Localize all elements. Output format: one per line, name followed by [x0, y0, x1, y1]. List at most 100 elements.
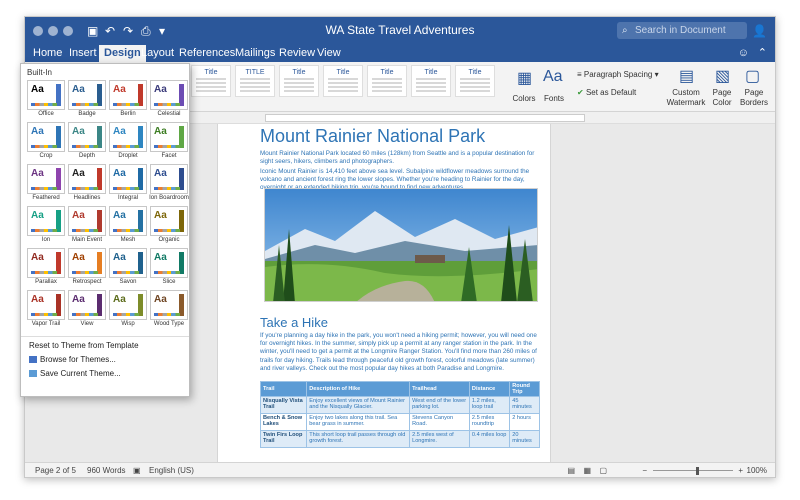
- page-count[interactable]: Page 2 of 5: [35, 463, 76, 477]
- style-set-thumbnail[interactable]: Title: [367, 65, 407, 97]
- style-set-thumbnail[interactable]: Title: [411, 65, 451, 97]
- theme-option[interactable]: Aa Facet: [150, 122, 188, 160]
- focus-mode-icon[interactable]: ▢: [599, 463, 607, 477]
- word-count[interactable]: 960 Words: [87, 463, 126, 477]
- language-indicator[interactable]: English (US): [149, 463, 194, 477]
- tab-review[interactable]: Review: [279, 45, 315, 62]
- tab-insert[interactable]: Insert: [69, 45, 97, 62]
- theme-option[interactable]: Aa Organic: [150, 206, 188, 244]
- save-theme-button[interactable]: Save Current Theme...: [29, 369, 121, 378]
- theme-preview: Aa: [150, 290, 188, 320]
- theme-option[interactable]: Aa Retrospect: [68, 248, 106, 286]
- theme-option[interactable]: Aa Mesh: [109, 206, 147, 244]
- ruler-track[interactable]: [265, 114, 585, 122]
- theme-option[interactable]: Aa Savon: [109, 248, 147, 286]
- theme-option[interactable]: Aa Parallax: [27, 248, 65, 286]
- theme-font-sample: Aa: [72, 168, 85, 179]
- watermark-icon[interactable]: ▤: [679, 66, 694, 86]
- search-input[interactable]: ⌕ Search in Document: [617, 22, 747, 39]
- theme-option[interactable]: Aa Integral: [109, 164, 147, 202]
- tab-design[interactable]: Design: [99, 45, 146, 62]
- theme-option[interactable]: Aa Headlines: [68, 164, 106, 202]
- reset-theme-button[interactable]: Reset to Theme from Template: [29, 341, 139, 350]
- share-icon[interactable]: 👤: [752, 23, 767, 39]
- theme-option[interactable]: Aa Ion: [27, 206, 65, 244]
- mount-rainier-photo[interactable]: [264, 188, 538, 302]
- tab-mailings[interactable]: Mailings: [235, 45, 275, 62]
- colors-icon[interactable]: ▦: [517, 68, 532, 88]
- paragraph-spacing-button[interactable]: ≡ Paragraph Spacing ▾: [577, 70, 659, 80]
- custom-watermark-label[interactable]: Custom Watermark: [663, 88, 709, 108]
- theme-font-sample: Aa: [154, 168, 167, 179]
- table-cell[interactable]: This short loop trail passes through old…: [306, 430, 411, 448]
- table-cell[interactable]: 0.4 miles loop: [468, 430, 511, 448]
- table-cell[interactable]: 2 hours: [509, 413, 540, 431]
- page-color-icon[interactable]: ▧: [715, 66, 730, 86]
- theme-option[interactable]: Aa Celestial: [150, 80, 188, 118]
- collapse-ribbon-icon[interactable]: ⌃: [758, 45, 767, 62]
- hike-table[interactable]: Trail Description of Hike Trailhead Dist…: [259, 381, 540, 448]
- heading-take-a-hike[interactable]: Take a Hike: [260, 315, 328, 330]
- proofing-icon[interactable]: ▣: [133, 463, 141, 477]
- print-layout-view-icon[interactable]: ▤: [567, 463, 575, 477]
- theme-option[interactable]: Aa Wisp: [109, 290, 147, 328]
- style-set-thumbnail[interactable]: Title: [279, 65, 319, 97]
- heading-mount-rainier[interactable]: Mount Rainier National Park: [260, 126, 485, 147]
- tab-references[interactable]: References: [179, 45, 235, 62]
- zoom-in-icon[interactable]: +: [738, 463, 743, 477]
- page-color-label[interactable]: Page Color: [707, 88, 737, 108]
- theme-option[interactable]: Aa Droplet: [109, 122, 147, 160]
- smiley-feedback-icon[interactable]: ☺: [738, 45, 749, 62]
- zoom-out-icon[interactable]: −: [642, 463, 647, 477]
- document-page[interactable]: Mount Rainier National Park Mount Rainie…: [217, 124, 551, 464]
- zoom-slider-handle[interactable]: [696, 467, 699, 475]
- table-cell[interactable]: Bench & Snow Lakes: [259, 413, 308, 431]
- theme-option[interactable]: Aa Slice: [150, 248, 188, 286]
- theme-option[interactable]: Aa View: [68, 290, 106, 328]
- theme-option[interactable]: Aa Berlin: [109, 80, 147, 118]
- table-cell[interactable]: 1.2 miles, loop trail: [468, 396, 511, 414]
- table-cell[interactable]: West end of the lower parking lot.: [409, 396, 470, 414]
- browse-themes-button[interactable]: Browse for Themes...: [29, 355, 116, 364]
- zoom-level[interactable]: 100%: [747, 463, 767, 477]
- paragraph-hiking[interactable]: If you're planning a day hike in the par…: [260, 332, 538, 373]
- style-set-line: [460, 90, 490, 92]
- page-borders-icon[interactable]: ▢: [745, 66, 760, 86]
- style-set-thumbnail[interactable]: Title: [455, 65, 495, 97]
- table-cell[interactable]: 2.5 miles roundtrip: [468, 413, 511, 431]
- theme-option[interactable]: Aa Main Event: [68, 206, 106, 244]
- theme-option[interactable]: Aa Office: [27, 80, 65, 118]
- set-as-default-button[interactable]: ✔ Set as Default: [577, 88, 636, 98]
- style-set-thumbnail[interactable]: Title: [191, 65, 231, 97]
- table-cell[interactable]: Enjoy two lakes along this trail. Sea be…: [306, 413, 411, 431]
- paragraph-intro[interactable]: Mount Rainier National Park located 60 m…: [260, 150, 538, 166]
- theme-option[interactable]: Aa Wood Type: [150, 290, 188, 328]
- theme-option[interactable]: Aa Depth: [68, 122, 106, 160]
- page-borders-label[interactable]: Page Borders: [737, 88, 771, 108]
- fonts-icon[interactable]: Aa: [543, 68, 563, 86]
- table-cell[interactable]: Nisqually Vista Trail: [259, 396, 308, 414]
- table-cell[interactable]: Enjoy excellent views of Mount Rainier a…: [306, 396, 411, 414]
- web-layout-view-icon[interactable]: ▦: [583, 463, 591, 477]
- table-cell[interactable]: 2.5 miles west of Longmire.: [409, 430, 470, 448]
- table-cell[interactable]: Twin Firs Loop Trail: [259, 430, 308, 448]
- table-cell[interactable]: 45 minutes: [509, 396, 540, 414]
- theme-color-palette: [31, 229, 57, 232]
- theme-option[interactable]: Aa Badge: [68, 80, 106, 118]
- fonts-label[interactable]: Fonts: [539, 94, 569, 104]
- zoom-slider[interactable]: [653, 470, 733, 471]
- style-set-thumbnail[interactable]: TITLE: [235, 65, 275, 97]
- colors-label[interactable]: Colors: [509, 94, 539, 104]
- theme-option[interactable]: Aa Ion Boardroom: [149, 164, 189, 202]
- table-cell[interactable]: 20 minutes: [509, 430, 540, 448]
- theme-font-sample: Aa: [113, 210, 126, 221]
- theme-option[interactable]: Aa Crop: [27, 122, 65, 160]
- tab-home[interactable]: Home: [33, 45, 62, 62]
- style-set-thumbnail[interactable]: Title: [323, 65, 363, 97]
- theme-option[interactable]: Aa Feathered: [27, 164, 65, 202]
- table-cell[interactable]: Stevens Canyon Road.: [409, 413, 470, 431]
- tab-layout[interactable]: Layout: [141, 45, 174, 62]
- tab-view[interactable]: View: [317, 45, 341, 62]
- theme-color-palette: [113, 103, 139, 106]
- theme-option[interactable]: Aa Vapor Trail: [27, 290, 65, 328]
